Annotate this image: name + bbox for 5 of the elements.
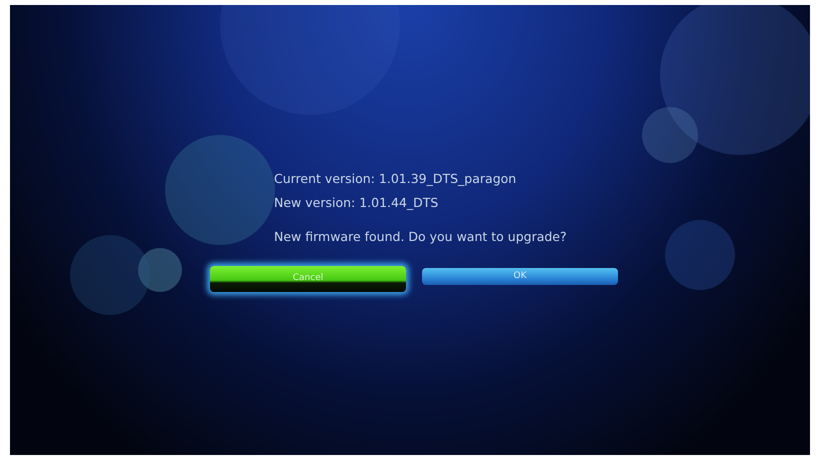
cancel-button[interactable]: Cancel bbox=[210, 266, 406, 292]
ok-button[interactable]: OK bbox=[422, 268, 618, 285]
version-text: New version: 1.01.44_DTS bbox=[274, 194, 440, 212]
upgrade-prompt-text: New firmware found. Do you want to upgrade? bbox=[274, 228, 568, 246]
version-text: Current version: 1.01.39_DTS_paragon bbox=[274, 170, 518, 188]
